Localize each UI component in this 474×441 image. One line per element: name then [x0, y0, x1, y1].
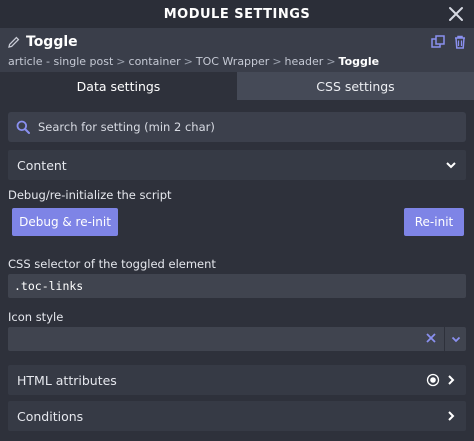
search-input[interactable] [38, 120, 438, 134]
window-title: MODULE SETTINGS [163, 6, 311, 22]
chevron-down-icon [451, 336, 460, 343]
chevron-right-icon [448, 375, 455, 385]
tab-data-settings[interactable]: Data settings [0, 72, 237, 100]
css-selector-input[interactable] [14, 279, 454, 293]
close-icon [449, 7, 463, 21]
group-conditions-label: Conditions [17, 408, 84, 424]
duplicate-button[interactable] [430, 34, 446, 50]
debug-reinit-button[interactable]: Debug & re-init [12, 208, 118, 236]
group-html-attributes[interactable]: HTML attributes [8, 365, 466, 395]
settings-tabs: Data settings CSS settings [0, 72, 474, 100]
title-bar: MODULE SETTINGS [0, 0, 474, 28]
icon-style-select[interactable] [8, 327, 466, 351]
breadcrumb-separator: > [326, 55, 336, 68]
chevron-right-icon [448, 411, 455, 421]
breadcrumb-item[interactable]: header [285, 55, 324, 68]
breadcrumb-item[interactable]: container [129, 55, 181, 68]
search-icon [16, 120, 30, 134]
module-name-row: Toggle [8, 34, 78, 50]
breadcrumb-separator: > [116, 55, 126, 68]
module-name: Toggle [26, 34, 78, 50]
chevron-down-icon [446, 162, 456, 169]
breadcrumb: article - single post > container > TOC Wrap… [8, 55, 379, 68]
breadcrumb-item[interactable]: article - single post [8, 55, 113, 68]
active-indicator-icon [426, 373, 440, 387]
delete-button[interactable] [452, 34, 468, 50]
debug-field-label: Debug/re-initialize the script [8, 188, 172, 202]
css-selector-field [8, 274, 466, 298]
breadcrumb-separator: > [183, 55, 193, 68]
group-conditions[interactable]: Conditions [8, 401, 466, 431]
duplicate-icon [431, 35, 445, 48]
module-header: Toggle article - single post > container > T… [0, 28, 474, 72]
search-box [8, 112, 466, 142]
reinit-button[interactable]: Re-init [404, 208, 464, 236]
breadcrumb-separator: > [272, 55, 282, 68]
header-actions [430, 34, 468, 50]
pencil-icon [8, 36, 20, 48]
group-content[interactable]: Content [8, 150, 466, 180]
breadcrumb-item[interactable]: TOC Wrapper [196, 55, 269, 68]
group-html-attributes-label: HTML attributes [17, 372, 117, 388]
close-button[interactable] [444, 2, 468, 26]
clear-icon[interactable] [424, 331, 438, 345]
css-selector-label: CSS selector of the toggled element [8, 257, 216, 271]
trash-icon [455, 35, 465, 49]
settings-panel: Content Debug/re-initialize the script D… [0, 100, 474, 441]
tab-css-settings[interactable]: CSS settings [237, 72, 474, 100]
group-content-label: Content [17, 157, 67, 173]
icon-style-dropdown-toggle[interactable] [444, 327, 466, 351]
icon-style-label: Icon style [8, 310, 64, 324]
breadcrumb-current: Toggle [338, 55, 380, 68]
